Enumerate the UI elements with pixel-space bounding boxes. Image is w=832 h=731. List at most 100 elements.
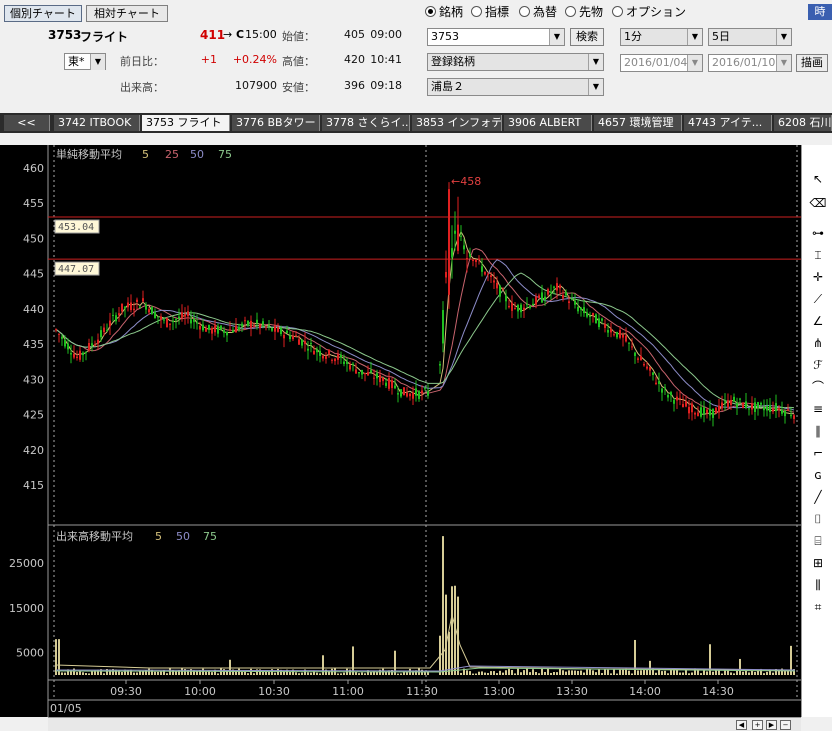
candle-body bbox=[544, 296, 546, 301]
radio-options[interactable]: オプション bbox=[612, 4, 686, 20]
channel-icon[interactable]: ≡ bbox=[808, 399, 828, 419]
stock-tab-strip: << 3742 ITBOOK 3753 フライト 3776 BBタワー 3778… bbox=[0, 113, 832, 133]
candle-body bbox=[88, 343, 90, 351]
candle-body bbox=[772, 408, 774, 412]
zoom-out-icon[interactable]: − bbox=[780, 720, 791, 730]
registered-select[interactable]: 登録銘柄 ▼ bbox=[427, 53, 604, 71]
market-select[interactable]: 東* ▼ bbox=[64, 53, 106, 70]
candle-body bbox=[229, 329, 231, 331]
candle-body bbox=[262, 321, 264, 326]
eraser-icon[interactable]: ⌫ bbox=[808, 193, 828, 213]
span-select[interactable]: 5日 ▼ bbox=[708, 28, 792, 46]
y-tick-label: 425 bbox=[23, 409, 44, 422]
parallel-icon[interactable]: ⌸ bbox=[808, 531, 828, 551]
zoom-in-icon[interactable]: + bbox=[752, 720, 763, 730]
scroll-right-icon[interactable]: ▶ bbox=[766, 720, 777, 730]
interval-select[interactable]: 1分 ▼ bbox=[620, 28, 703, 46]
candle-body bbox=[82, 352, 84, 356]
to-date[interactable]: 2016/01/10 ▼ bbox=[708, 54, 792, 72]
candle-body bbox=[169, 323, 171, 325]
from-date-value: 2016/01/04 bbox=[624, 56, 688, 69]
candle-body bbox=[160, 316, 162, 320]
radio-stock[interactable]: 銘柄 bbox=[425, 4, 463, 20]
strip-back-button[interactable]: << bbox=[4, 115, 50, 131]
trend-line-icon[interactable]: ⟋ bbox=[808, 289, 828, 309]
volume-bar bbox=[730, 672, 732, 675]
radio-futures[interactable]: 先物 bbox=[565, 4, 603, 20]
candle-body bbox=[136, 299, 138, 303]
scroll-left-icon[interactable]: ◀ bbox=[736, 720, 747, 730]
volume-bar bbox=[544, 671, 546, 675]
strip-tab[interactable]: 3906 ALBERT bbox=[504, 115, 592, 131]
arc-icon[interactable]: ⌒ bbox=[808, 377, 828, 397]
strip-tab[interactable]: 3776 BBタワー bbox=[232, 115, 320, 131]
candle-body bbox=[418, 391, 420, 399]
y-tick-label: 440 bbox=[23, 303, 44, 316]
strip-tab[interactable]: 3778 さくらイ... bbox=[322, 115, 410, 131]
fibonacci-lines-icon[interactable]: ∥ bbox=[808, 421, 828, 441]
y-tick-label: 415 bbox=[23, 479, 44, 492]
ray-icon[interactable]: ╱ bbox=[808, 487, 828, 507]
list-select[interactable]: 浦島２ ▼ bbox=[427, 78, 604, 96]
tab-individual-chart[interactable]: 個別チャート bbox=[4, 5, 82, 22]
fan-icon[interactable]: ⋔ bbox=[808, 333, 828, 353]
price-chart[interactable]: 460 455 450 445 440 435 430 425 420 415 25000 1500… bbox=[0, 145, 801, 717]
horizontal-scrollbar[interactable]: ◀ + ▶ − bbox=[48, 717, 801, 731]
fibonacci-fan-icon[interactable]: ℱ bbox=[808, 355, 828, 375]
strip-tab[interactable]: 4657 環境管理 bbox=[594, 115, 682, 131]
volume-bar bbox=[502, 672, 504, 675]
candle-body bbox=[556, 283, 558, 291]
candle-body bbox=[439, 363, 441, 366]
angle-line-icon[interactable]: ∠ bbox=[808, 311, 828, 331]
gann-fan-icon[interactable]: ɢ bbox=[808, 465, 828, 485]
cycle-lines-icon[interactable]: ⌷ bbox=[808, 509, 828, 529]
strip-tab[interactable]: 3853 インフォテリ bbox=[412, 115, 502, 131]
volume-bar bbox=[490, 671, 492, 675]
candle-body bbox=[361, 370, 363, 375]
volume-bar bbox=[571, 670, 573, 675]
from-date[interactable]: 2016/01/04 ▼ bbox=[620, 54, 703, 72]
candle-body bbox=[700, 407, 702, 417]
regression-icon[interactable]: ⊞ bbox=[808, 553, 828, 573]
open-value: 405 bbox=[344, 28, 365, 41]
chart-area[interactable]: 460 455 450 445 440 435 430 425 420 415 25000 1500… bbox=[0, 145, 801, 717]
code-input[interactable]: 3753 ▼ bbox=[427, 28, 565, 46]
y-tick-label: 460 bbox=[23, 162, 44, 175]
candle-body bbox=[637, 358, 639, 360]
strip-tab-active[interactable]: 3753 フライト bbox=[142, 115, 230, 131]
candle-body bbox=[580, 307, 582, 310]
candle-body bbox=[379, 375, 381, 383]
strip-tab[interactable]: 6208 石川 bbox=[774, 115, 832, 131]
candle-body bbox=[586, 312, 588, 317]
open-label: 始値： bbox=[282, 30, 315, 43]
ma-period-label: 25 bbox=[165, 148, 179, 161]
vertical-line-icon[interactable]: ⌶ bbox=[808, 245, 828, 265]
tab-relative-chart[interactable]: 相対チャート bbox=[86, 5, 168, 22]
x-tick-label: 11:00 bbox=[332, 685, 364, 698]
cursor-icon[interactable]: ↖ bbox=[808, 169, 828, 189]
bars-icon[interactable]: ⫼ bbox=[808, 575, 828, 595]
volume-bar bbox=[631, 673, 633, 675]
radio-index[interactable]: 指標 bbox=[471, 4, 509, 20]
gann-icon[interactable]: ⌐ bbox=[808, 443, 828, 463]
strip-tab[interactable]: 3742 ITBOOK bbox=[54, 115, 140, 131]
candle-body bbox=[94, 344, 96, 346]
volume-bar bbox=[241, 671, 243, 675]
search-button[interactable]: 検索 bbox=[570, 28, 604, 46]
candle-body bbox=[250, 320, 252, 328]
candle-body bbox=[265, 326, 267, 328]
volume-bar bbox=[505, 670, 507, 675]
strip-tab[interactable]: 4743 アイテ... bbox=[684, 115, 772, 131]
corner-badge[interactable]: 時 bbox=[808, 4, 832, 20]
draw-button[interactable]: 描画 bbox=[796, 54, 828, 72]
pattern-icon[interactable]: ⌗ bbox=[808, 597, 828, 617]
horizontal-line-icon[interactable]: ⊶ bbox=[808, 223, 828, 243]
volume-legend: 出来高移動平均 bbox=[56, 529, 133, 543]
crosshair-icon[interactable]: ✛ bbox=[808, 267, 828, 287]
candle-body bbox=[688, 406, 690, 414]
radio-forex[interactable]: 為替 bbox=[519, 4, 557, 20]
volume-bar bbox=[85, 673, 87, 675]
y-tick-label: 435 bbox=[23, 338, 44, 351]
ma-period-label: 75 bbox=[218, 148, 232, 161]
volume-bar bbox=[628, 670, 630, 675]
